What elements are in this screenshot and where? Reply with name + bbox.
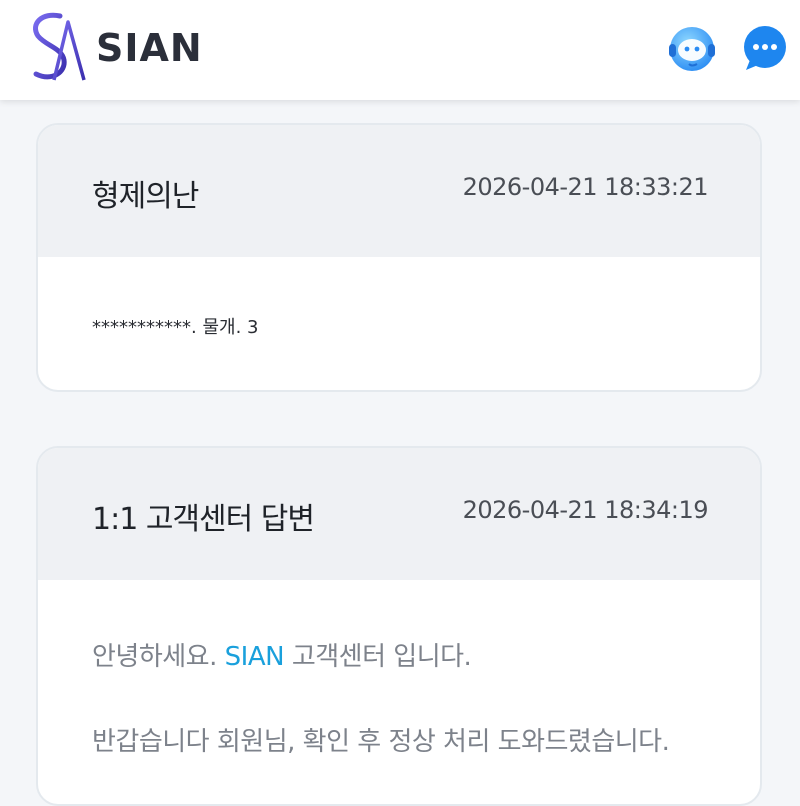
sian-logo-mark-icon <box>33 12 86 81</box>
brand-logo[interactable]: SIAN <box>24 10 203 86</box>
reply-greeting-line: 안녕하세요. SIAN 고객센터 입니다. <box>92 636 706 673</box>
support-agent-icon[interactable] <box>667 24 717 74</box>
chat-bubble-icon[interactable] <box>740 24 790 74</box>
message-card-header: 형제의난 2026-04-21 18:33:21 <box>38 125 760 257</box>
reply-brand-name: SIAN <box>224 642 285 672</box>
reply-title: 1:1 고객센터 답변 <box>92 502 315 537</box>
message-body: ***********. 물개. 3 <box>92 317 259 338</box>
reply-timestamp: 2026-04-21 18:34:19 <box>462 496 709 524</box>
brand-name: SIAN <box>96 26 203 70</box>
message-timestamp: 2026-04-21 18:33:21 <box>462 173 709 201</box>
reply-card-body: 안녕하세요. SIAN 고객센터 입니다. 반갑습니다 회원님, 확인 후 정상… <box>38 580 760 758</box>
reply-body-line: 반갑습니다 회원님, 확인 후 정상 처리 도와드렸습니다. <box>92 727 670 757</box>
message-card[interactable]: 형제의난 2026-04-21 18:33:21 ***********. 물개… <box>36 123 762 392</box>
reply-card[interactable]: 1:1 고객센터 답변 2026-04-21 18:34:19 안녕하세요. S… <box>36 446 762 806</box>
reply-greeting-suffix: 고객센터 입니다. <box>284 642 472 672</box>
reply-greeting-prefix: 안녕하세요. <box>92 642 225 672</box>
message-title: 형제의난 <box>92 179 199 214</box>
reply-card-header: 1:1 고객센터 답변 2026-04-21 18:34:19 <box>38 448 760 580</box>
message-card-body: ***********. 물개. 3 <box>38 257 760 339</box>
top-header: SIAN <box>0 0 800 100</box>
